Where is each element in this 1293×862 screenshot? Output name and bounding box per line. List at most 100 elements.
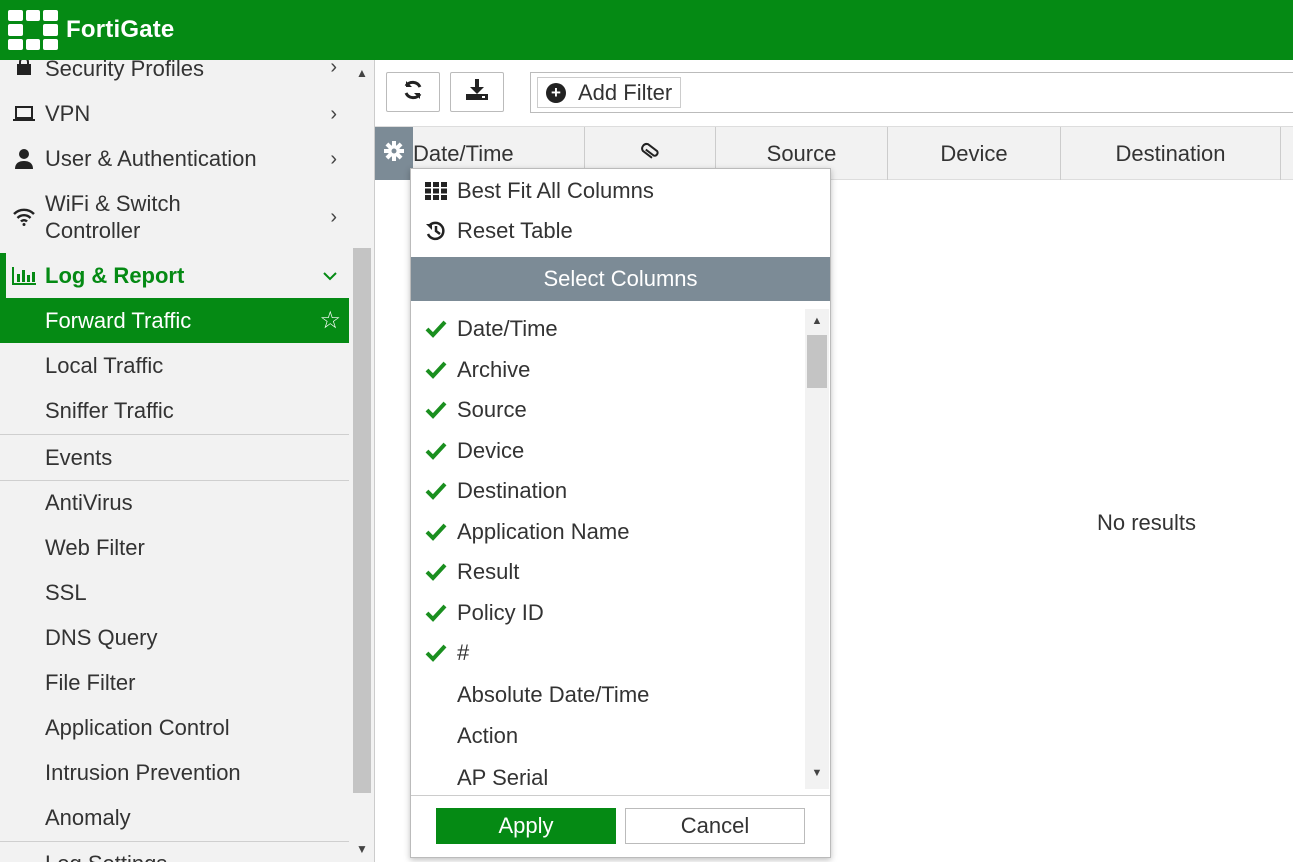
sidebar-item-local-traffic[interactable]: Local Traffic [0,343,349,388]
checkmark-icon [425,521,447,543]
column-option-label: AP Serial [457,765,549,789]
sidebar-item-wifi-switch-controller[interactable]: WiFi & Switch Controller › [0,182,349,252]
column-option-label: Device [457,438,525,463]
best-fit-all-columns-item[interactable]: Best Fit All Columns [411,171,830,211]
sidebar-item-vpn[interactable]: VPN › [0,92,349,136]
add-filter-button[interactable]: + Add Filter [537,77,682,108]
sidebar-item-dns-query[interactable]: DNS Query [0,615,349,660]
sidebar-item-label: Intrusion Prevention [45,759,241,785]
sidebar-item-label: Web Filter [45,534,145,560]
toolbar: + Add Filter [375,60,1293,126]
laptop-icon [12,102,36,126]
sidebar-item-label: DNS Query [45,624,158,650]
column-header-label: Destination [1115,140,1226,166]
user-icon [12,147,36,171]
column-option-label: Date/Time [457,316,558,341]
apply-button[interactable]: Apply [436,808,616,844]
sidebar-item-sniffer-traffic[interactable]: Sniffer Traffic [0,388,349,433]
column-list-scroll-thumb[interactable] [807,335,827,388]
sidebar-item-label: User & Authentication [45,146,257,171]
brand-name: FortiGate [66,16,175,43]
wifi-icon [12,205,36,229]
sidebar-scroll-thumb[interactable] [353,248,371,793]
checkmark-icon [425,399,447,421]
column-option[interactable]: Source [411,390,806,430]
paperclip-icon [641,140,659,168]
refresh-button[interactable] [386,72,440,112]
scroll-down-arrow-icon[interactable]: ▼ [351,842,373,856]
grid-icon [424,179,448,203]
top-header: FortiGate [0,0,1293,60]
gear-icon [383,140,405,167]
column-header-destination[interactable]: Destination [1061,127,1281,180]
download-icon [465,78,489,106]
dropdown-footer: Apply Cancel [411,795,830,857]
column-option[interactable]: Device [411,431,806,471]
column-list-scrollbar[interactable]: ▲ ▼ [805,309,829,789]
sidebar-item-application-control[interactable]: Application Control [0,705,349,750]
column-option[interactable]: Absolute Date/Time [411,675,806,715]
select-columns-header: Select Columns [411,257,830,301]
column-option[interactable]: Archive [411,350,806,390]
checkmark-icon [425,561,447,583]
sidebar-item-label-line1: WiFi & Switch [45,191,181,216]
sidebar-item-antivirus[interactable]: AntiVirus [0,480,349,525]
column-header-label: Date/Time [413,140,514,166]
cancel-button[interactable]: Cancel [625,808,805,844]
column-option[interactable]: Action [411,716,806,756]
column-option[interactable]: Result [411,552,806,592]
column-settings-button[interactable] [375,127,413,180]
sidebar-item-label: VPN [45,101,91,126]
reset-table-label: Reset Table [457,218,573,243]
sidebar-item-label: Forward Traffic [45,307,192,333]
sidebar-item-label: Application Control [45,714,230,740]
column-header-label: Device [940,140,1008,166]
add-filter-label: Add Filter [578,79,673,105]
column-header-device[interactable]: Device [888,127,1061,180]
checkmark-icon [425,642,447,664]
column-option[interactable]: AP Serial [411,758,806,789]
chevron-down-icon [323,265,337,286]
filter-bar[interactable]: + Add Filter [530,72,1293,113]
sidebar-item-user-authentication[interactable]: User & Authentication › [0,137,349,181]
chevron-right-icon: › [330,205,337,228]
column-option-label: Action [457,723,519,748]
scroll-up-arrow-icon[interactable]: ▲ [805,315,829,327]
fortigate-logo-icon [8,10,58,50]
sidebar-scrollbar[interactable]: ▲ ▼ [351,60,373,862]
column-options-list: Date/Time Archive Source Device Destinat… [411,309,830,789]
sidebar: Security Profiles › VPN › User & Authent… [0,60,375,862]
star-icon[interactable]: ☆ [319,306,341,335]
sidebar-item-events[interactable]: Events [0,434,349,480]
column-option-label: Application Name [457,519,630,544]
sidebar-item-label: Log Settings [45,851,167,862]
sidebar-item-file-filter[interactable]: File Filter [0,660,349,705]
column-option[interactable]: Application Name [411,512,806,552]
column-option-label: Source [457,397,527,422]
reset-table-item[interactable]: Reset Table [411,211,830,251]
sidebar-item-forward-traffic[interactable]: Forward Traffic ☆ [0,298,349,343]
sidebar-item-anomaly[interactable]: Anomaly [0,795,349,840]
lock-icon [12,60,36,78]
sidebar-item-ssl[interactable]: SSL [0,570,349,615]
column-option-label: Destination [457,478,568,503]
checkmark-icon [425,318,447,340]
sidebar-item-web-filter[interactable]: Web Filter [0,525,349,570]
column-option-label: Result [457,559,520,584]
scroll-up-arrow-icon[interactable]: ▲ [351,66,373,80]
column-header-label: Source [766,140,837,166]
download-button[interactable] [450,72,504,112]
column-option[interactable]: Date/Time [411,309,806,349]
sidebar-item-log-report[interactable]: Log & Report [0,253,349,298]
sidebar-item-label: Anomaly [45,804,131,830]
sidebar-item-security-profiles[interactable]: Security Profiles › [0,60,349,81]
column-option[interactable]: Destination [411,471,806,511]
scroll-down-arrow-icon[interactable]: ▼ [805,767,829,779]
sidebar-item-label: Events [45,444,113,470]
sidebar-item-log-settings[interactable]: Log Settings [0,841,349,862]
column-option[interactable]: # [411,633,806,673]
bar-chart-icon [12,264,36,288]
sidebar-item-intrusion-prevention[interactable]: Intrusion Prevention [0,750,349,795]
column-option-label: Archive [457,357,531,382]
column-option[interactable]: Policy ID [411,593,806,633]
